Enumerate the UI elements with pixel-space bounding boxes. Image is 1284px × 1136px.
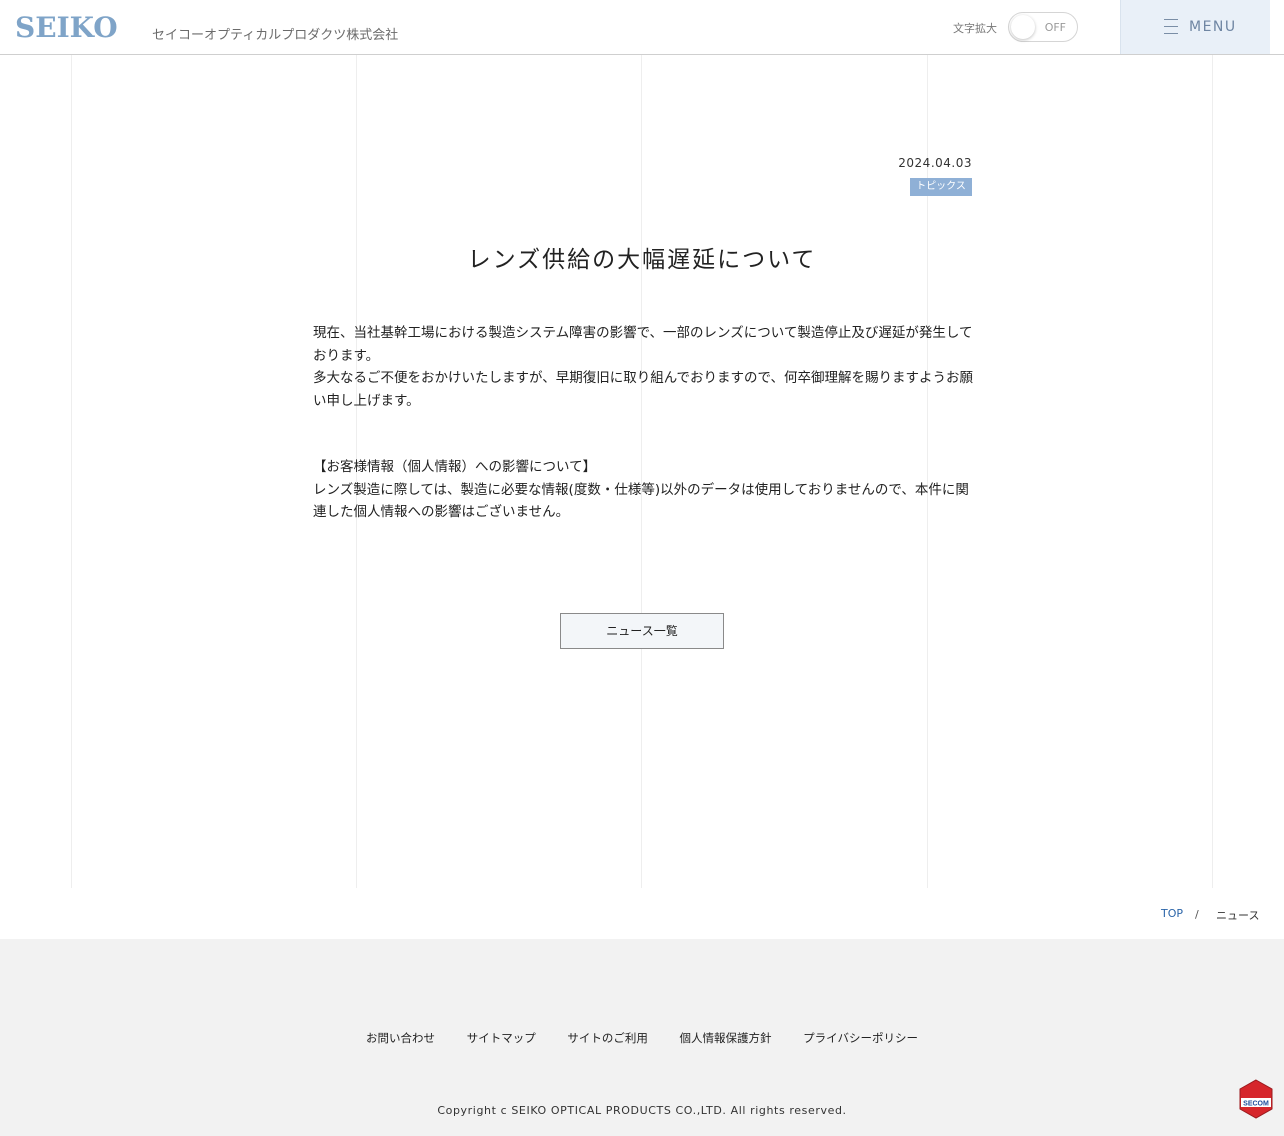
article-paragraph-1: 現在、当社基幹工場における製造システム障害の影響で、一部のレンズについて製造停止…	[313, 322, 973, 412]
breadcrumb-separator: /	[1195, 908, 1199, 921]
hamburger-icon	[1164, 19, 1178, 34]
text-zoom-label: 文字拡大	[953, 22, 997, 35]
seiko-logo[interactable]: SEIKO	[15, 11, 118, 44]
footer-link-terms[interactable]: サイトのご利用	[567, 1031, 648, 1045]
article-title: レンズ供給の大幅遅延について	[467, 247, 817, 273]
secom-badge-text: SECOM	[1243, 1101, 1269, 1108]
paragraph-text: レンズ製造に際しては、製造に必要な情報(度数・仕様等)以外のデータは使用しており…	[313, 481, 969, 521]
footer-link-sitemap[interactable]: サイトマップ	[467, 1031, 536, 1045]
grid-line	[1212, 55, 1213, 888]
footer-link-privacy[interactable]: プライバシーポリシー	[803, 1031, 918, 1045]
company-name[interactable]: セイコーオプティカルプロダクツ株式会社	[152, 24, 398, 43]
toggle-state: OFF	[1044, 21, 1066, 34]
paragraph-text: 多大なるご不便をおかけいたしますが、早期復旧に取り組んでおりますので、何卒御理解…	[313, 370, 974, 409]
footer-link-contact[interactable]: お問い合わせ	[366, 1031, 435, 1045]
toggle-knob	[1011, 15, 1035, 39]
site-header: SEIKO セイコーオプティカルプロダクツ株式会社 文字拡大 OFF MENU	[0, 0, 1284, 55]
menu-button[interactable]: MENU	[1120, 0, 1270, 54]
breadcrumb-top-link[interactable]: TOP	[1161, 907, 1183, 920]
paragraph-heading: 【お客様情報（個人情報）への影響について】	[313, 459, 597, 475]
site-footer: お問い合わせ サイトマップ サイトのご利用 個人情報保護方針 プライバシーポリシ…	[0, 939, 1284, 1136]
news-list-button[interactable]: ニュース一覧	[560, 613, 724, 649]
breadcrumb-current: ニュース	[1216, 909, 1260, 922]
footer-nav: お問い合わせ サイトマップ サイトのご利用 個人情報保護方針 プライバシーポリシ…	[0, 1030, 1284, 1046]
category-tag: トピックス	[910, 178, 972, 196]
menu-label: MENU	[1189, 19, 1237, 35]
article-paragraph-2: 【お客様情報（個人情報）への影響について】 レンズ製造に際しては、製造に必要な情…	[313, 456, 973, 524]
paragraph-text: 現在、当社基幹工場における製造システム障害の影響で、一部のレンズについて製造停止…	[313, 325, 973, 364]
article-date: 2024.04.03	[898, 156, 972, 170]
copyright: Copyright c SEIKO OPTICAL PRODUCTS CO.,L…	[437, 1104, 847, 1117]
footer-link-personal-info[interactable]: 個人情報保護方針	[680, 1031, 772, 1045]
secom-badge-icon[interactable]: SECOM	[1238, 1079, 1274, 1119]
text-zoom-toggle[interactable]: OFF	[1008, 12, 1078, 42]
grid-line	[71, 55, 72, 888]
